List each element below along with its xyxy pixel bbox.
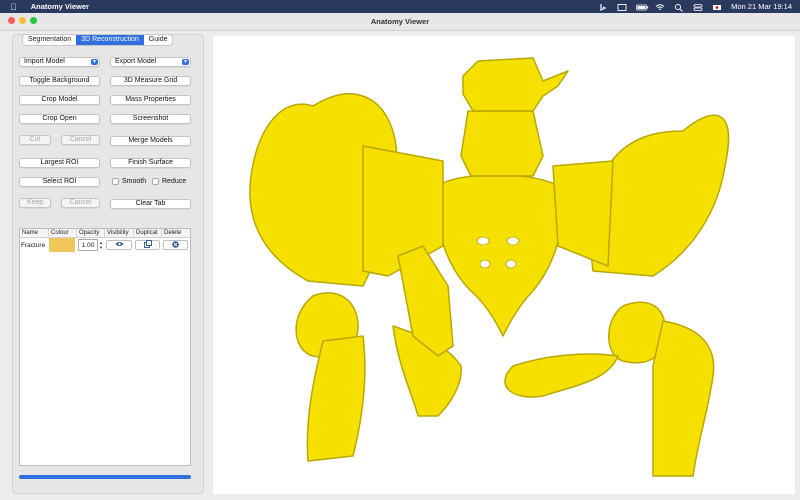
tab-guide[interactable]: Guide: [144, 35, 173, 45]
keep-button[interactable]: Keep: [19, 198, 51, 208]
mode-tabs: Segmentation 3D Reconstruction Guide: [22, 34, 174, 46]
right-pubic-ramus: [504, 353, 619, 398]
window-title-bar: Anatomy Viewer: [0, 13, 800, 31]
chevron-down-icon: ▼: [182, 59, 189, 65]
toggle-background-button[interactable]: Toggle Background: [19, 76, 100, 86]
control-center-icon[interactable]: [693, 3, 703, 11]
model-name-cell[interactable]: Fracture: [20, 238, 49, 252]
column-header-name[interactable]: Name: [20, 229, 49, 237]
reduce-checkbox[interactable]: Reduce: [152, 178, 186, 185]
crop-model-button[interactable]: Crop Model: [19, 95, 100, 105]
export-model-label: Export Model: [115, 58, 157, 65]
measure-grid-button[interactable]: 3D Measure Grid: [110, 76, 191, 86]
status-icons: Mon 21 Mar 19:14: [598, 2, 792, 12]
zoom-window-icon[interactable]: [30, 17, 37, 24]
menu-app-name[interactable]: Anatomy Viewer: [31, 2, 89, 11]
close-circle-icon: [172, 240, 179, 250]
chevron-down-icon: ▼: [91, 59, 98, 65]
eye-icon: [115, 241, 124, 249]
model-table: Name Colour Opacity Visibility Duplicat …: [19, 228, 191, 466]
column-header-opacity[interactable]: Opacity: [77, 229, 105, 237]
table-row[interactable]: Fracture 1.00 ▲ ▼: [20, 238, 190, 252]
search-icon[interactable]: [674, 3, 684, 12]
sacrum: [436, 174, 562, 337]
crop-open-button[interactable]: Crop Open: [19, 114, 100, 124]
3d-viewport[interactable]: [213, 36, 795, 494]
clear-tab-button[interactable]: Clear Tab: [110, 199, 191, 209]
minimize-window-icon[interactable]: [19, 17, 26, 24]
cut-button[interactable]: Cut: [19, 135, 51, 145]
model-colour-cell[interactable]: [49, 238, 77, 252]
display-icon[interactable]: [617, 3, 627, 11]
largest-roi-button[interactable]: Largest ROI: [19, 158, 100, 168]
column-header-colour[interactable]: Colour: [49, 229, 77, 237]
opacity-input[interactable]: 1.00: [78, 239, 98, 251]
menu-bar:  Anatomy Viewer Mon 21 Mar 19:14: [0, 0, 800, 13]
flag-icon[interactable]: [712, 3, 722, 11]
column-header-delete[interactable]: Delete: [162, 229, 190, 237]
right-femur-shaft: [652, 320, 715, 477]
export-model-dropdown[interactable]: Export Model ▼: [110, 57, 191, 67]
table-header: Name Colour Opacity Visibility Duplicat …: [20, 229, 190, 238]
smooth-checkbox[interactable]: Smooth: [112, 178, 146, 185]
smooth-label: Smooth: [122, 178, 147, 185]
right-sacroiliac-region: [552, 160, 614, 267]
progress-fill: [19, 475, 191, 479]
mass-properties-button[interactable]: Mass Properties: [110, 95, 191, 105]
import-model-label: Import Model: [24, 58, 65, 65]
duplicate-cell: [134, 238, 162, 252]
apple-icon[interactable]: : [10, 2, 17, 12]
column-header-visibility[interactable]: Visibility: [105, 229, 134, 237]
screenshot-button[interactable]: Screenshot: [110, 114, 191, 124]
opacity-stepper[interactable]: ▲ ▼: [99, 240, 103, 250]
menu-clock[interactable]: Mon 21 Mar 19:14: [731, 2, 792, 11]
reduce-label: Reduce: [162, 178, 187, 185]
column-header-duplicate[interactable]: Duplicat: [134, 229, 162, 237]
finish-surface-button[interactable]: Finish Surface: [110, 158, 191, 168]
select-roi-button[interactable]: Select ROI: [19, 177, 100, 187]
import-model-dropdown[interactable]: Import Model ▼: [19, 57, 100, 67]
tab-3d-reconstruction[interactable]: 3D Reconstruction: [76, 35, 144, 45]
cancel-cut-button[interactable]: Cancel: [61, 135, 100, 145]
smooth-checkbox-box[interactable]: [112, 178, 119, 185]
duplicate-button[interactable]: [135, 240, 160, 250]
wifi-icon[interactable]: [655, 3, 665, 11]
bing-icon[interactable]: [598, 3, 608, 11]
pelvis-model[interactable]: [213, 36, 795, 494]
delete-button[interactable]: [163, 240, 188, 250]
cancel-keep-button[interactable]: Cancel: [61, 198, 100, 208]
merge-models-button[interactable]: Merge Models: [110, 136, 191, 146]
visibility-button[interactable]: [106, 240, 132, 250]
progress-bar: [19, 475, 191, 479]
visibility-cell: [105, 238, 134, 252]
lumbar-vertebra-l4: [462, 57, 569, 112]
duplicate-icon: [143, 240, 152, 250]
lumbar-vertebra-l5: [460, 110, 544, 177]
delete-cell: [162, 238, 190, 252]
traffic-lights: [8, 17, 37, 24]
tab-segmentation[interactable]: Segmentation: [23, 35, 76, 45]
model-opacity-cell: 1.00 ▲ ▼: [77, 238, 105, 252]
battery-icon[interactable]: [636, 3, 649, 11]
reduce-checkbox-box[interactable]: [152, 178, 159, 185]
colour-swatch[interactable]: [49, 238, 75, 252]
window-title: Anatomy Viewer: [370, 17, 430, 26]
close-window-icon[interactable]: [8, 17, 15, 24]
